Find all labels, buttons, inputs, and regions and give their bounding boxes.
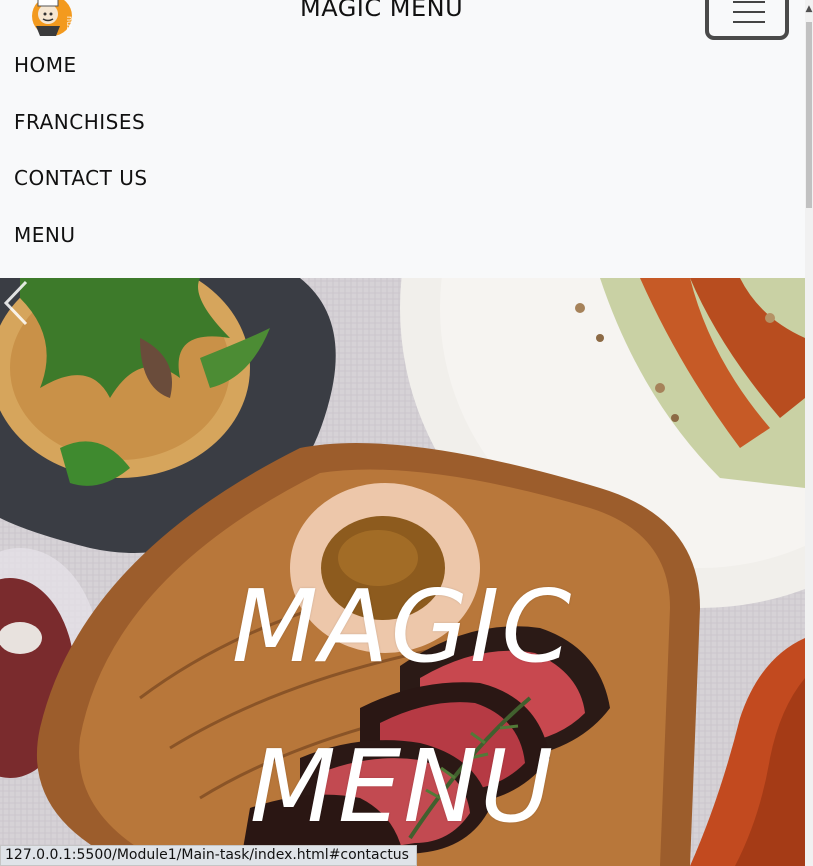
hero-title-line2: MENU: [249, 728, 556, 845]
hero-title-line1: MAGIC: [231, 568, 574, 685]
hamburger-menu-icon[interactable]: [705, 0, 789, 40]
nav-menu: HOME FRANCHISES CONTACT US MENU: [14, 53, 148, 279]
page-scrollbar[interactable]: ▲: [805, 0, 813, 866]
hero-carousel: MAGIC MENU: [0, 278, 805, 866]
chef-logo-icon[interactable]: nus: [20, 0, 82, 40]
nav-item-menu[interactable]: MENU: [14, 223, 148, 280]
status-bar-url: 127.0.0.1:5500/Module1/Main-task/index.h…: [0, 845, 417, 866]
nav-item-contact-us[interactable]: CONTACT US: [14, 166, 148, 223]
hamburger-bar: [733, 21, 765, 23]
chevron-left-icon[interactable]: [0, 278, 30, 328]
scrollbar-thumb[interactable]: [806, 22, 812, 208]
hamburger-bar: [733, 11, 765, 13]
svg-text:nus: nus: [65, 16, 74, 30]
hamburger-bar: [733, 1, 765, 3]
scroll-up-arrow-icon[interactable]: ▲: [805, 4, 813, 14]
navbar: nus MAGIC MENU HOME FRANCHISES CONTACT U…: [0, 0, 805, 278]
nav-item-franchises[interactable]: FRANCHISES: [14, 110, 148, 167]
brand-title[interactable]: MAGIC MENU: [300, 0, 463, 22]
nav-item-home[interactable]: HOME: [14, 53, 148, 110]
